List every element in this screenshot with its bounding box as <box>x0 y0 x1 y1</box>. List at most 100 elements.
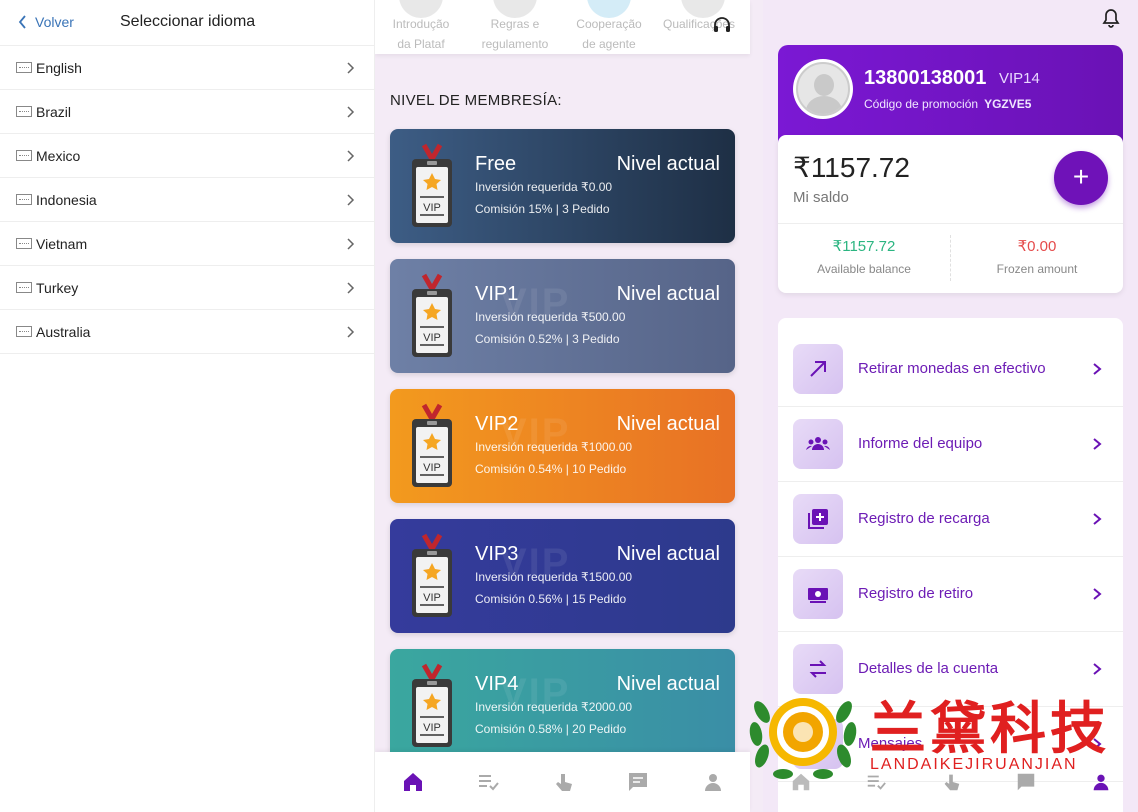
level-investment: Inversión requerida ₹0.00 <box>475 180 613 194</box>
level-commission: Comisión 15% | 3 Pedido <box>475 202 610 216</box>
back-button[interactable]: Volver <box>18 14 74 30</box>
language-item[interactable]: Vietnam <box>0 222 374 266</box>
language-label: Vietnam <box>36 235 88 252</box>
touch-icon[interactable] <box>551 770 575 794</box>
level-name: VIP1 <box>475 283 519 305</box>
level-card[interactable]: VIP VIP VIP3 Nivel actual Inversión requerid… <box>390 519 735 633</box>
level-card[interactable]: VIP VIP VIP4 Nivel actual Inversión requerid… <box>390 649 735 763</box>
team-icon <box>793 419 843 469</box>
language-label: Mexico <box>36 147 81 164</box>
menu-item[interactable]: Registro de recarga <box>778 482 1123 557</box>
language-label: Brazil <box>36 103 72 120</box>
menu-item-label: Detalles de la cuenta <box>858 660 999 677</box>
available-balance: ₹1157.72 Available balance <box>778 237 950 276</box>
chevron-right-icon <box>347 281 355 294</box>
chevron-right-icon <box>1093 513 1102 525</box>
promo-code: YGZVE5 <box>984 97 1032 111</box>
level-card[interactable]: VIP VIP VIP1 Nivel actual Inversión requerid… <box>390 259 735 373</box>
language-label: Turkey <box>36 279 79 296</box>
frozen-amount: ₹0.00 <box>1017 238 1057 255</box>
divider <box>778 223 1123 224</box>
withdraw-arrow-icon <box>793 344 843 394</box>
language-panel: Volver Seleccionar idioma English Brazil M… <box>0 0 375 812</box>
level-card[interactable]: VIP Free Nivel actual Inversión requerida ₹… <box>390 129 735 243</box>
page-title: Seleccionar idioma <box>120 13 256 30</box>
membership-title: NIVEL DE MEMBRESÍA: <box>390 92 562 109</box>
add-funds-button[interactable]: + <box>1054 151 1108 205</box>
svg-text:VIP: VIP <box>423 462 441 474</box>
membership-panel: Introdução da Plataf Regras e regulament… <box>375 0 763 812</box>
level-investment: Inversión requerida ₹1000.00 <box>475 440 633 454</box>
language-header: Volver Seleccionar idioma <box>0 0 374 46</box>
chevron-right-icon <box>347 193 355 206</box>
level-name: VIP3 <box>475 543 519 565</box>
menu-item-label: Registro de recarga <box>858 510 990 527</box>
phone-number: 13800138001 <box>864 67 987 89</box>
agent-label: Cooperação de agente <box>576 17 642 51</box>
vip-badge-icon: VIP <box>412 533 452 617</box>
language-item[interactable]: Australia <box>0 310 374 354</box>
chevron-right-icon <box>347 149 355 162</box>
level-commission: Comisión 0.56% | 15 Pedido <box>475 592 627 606</box>
level-commission: Comisión 0.58% | 20 Pedido <box>475 722 627 736</box>
headset-icon[interactable] <box>711 14 733 36</box>
balance-amount: ₹1157.72 <box>793 152 910 183</box>
menu-item-label: Registro de retiro <box>858 585 974 602</box>
chevron-right-icon <box>347 325 355 338</box>
available-label: Available balance <box>817 262 911 276</box>
menu-item[interactable]: Informe del equipo <box>778 407 1123 482</box>
avatar[interactable] <box>793 59 853 119</box>
menu-item-label: Informe del equipo <box>858 435 983 452</box>
chevron-right-icon <box>347 105 355 118</box>
svg-text:VIP: VIP <box>423 722 441 734</box>
flag-icon <box>16 106 32 117</box>
svg-text:VIP: VIP <box>423 202 441 214</box>
available-amount: ₹1157.72 <box>832 238 896 255</box>
flag-icon <box>16 282 32 293</box>
level-investment: Inversión requerida ₹500.00 <box>475 310 626 324</box>
bell-icon[interactable] <box>1101 8 1121 28</box>
vip-badge-icon: VIP <box>412 663 452 747</box>
frozen-balance: ₹0.00 Frozen amount <box>951 237 1123 276</box>
home-icon[interactable] <box>401 770 425 794</box>
vip-level: VIP14 <box>999 70 1040 87</box>
tasks-icon[interactable] <box>476 770 500 794</box>
language-item[interactable]: Indonesia <box>0 178 374 222</box>
recharge-icon <box>793 494 843 544</box>
flag-icon <box>16 150 32 161</box>
chevron-left-icon <box>18 15 26 29</box>
user-icon[interactable] <box>701 770 725 794</box>
language-item[interactable]: English <box>0 46 374 90</box>
level-status: Nivel actual <box>616 283 720 305</box>
withdrawal-record-icon <box>793 569 843 619</box>
bottom-nav <box>375 752 750 812</box>
level-name: VIP4 <box>475 673 519 695</box>
platform-intro-item[interactable]: Introdução da Plataf <box>381 0 461 54</box>
flag-icon <box>16 62 32 73</box>
language-item[interactable]: Mexico <box>0 134 374 178</box>
vip-badge-icon: VIP <box>412 273 452 357</box>
menu-item[interactable]: Registro de retiro <box>778 557 1123 632</box>
menu-item[interactable]: Retirar monedas en efectivo <box>778 332 1123 407</box>
language-item[interactable]: Turkey <box>0 266 374 310</box>
promo-code-row[interactable]: Código de promoción YGZVE5 <box>864 97 1031 111</box>
level-status: Nivel actual <box>616 543 720 565</box>
agent-item[interactable]: Cooperação de agente <box>569 0 649 54</box>
chat-icon[interactable] <box>626 770 650 794</box>
chevron-right-icon <box>1093 363 1102 375</box>
level-name: VIP2 <box>475 413 519 435</box>
watermark-title: 兰黛科技 <box>870 696 1110 762</box>
sunflower-logo-icon <box>749 698 857 779</box>
vip-badge-icon: VIP <box>412 143 452 227</box>
vip-badge-icon: VIP <box>412 403 452 487</box>
promo-label: Código de promoción <box>864 97 979 111</box>
chevron-right-icon <box>1093 438 1102 450</box>
level-status: Nivel actual <box>616 153 720 175</box>
language-item[interactable]: Brazil <box>0 90 374 134</box>
watermark-logo: 兰黛科技 LANDAIKEJIRUANJIAN <box>748 682 1138 782</box>
level-card[interactable]: VIP VIP VIP2 Nivel actual Inversión requerid… <box>390 389 735 503</box>
svg-text:VIP: VIP <box>423 592 441 604</box>
rules-item[interactable]: Regras e regulamento <box>475 0 555 54</box>
menu-item-label: Retirar monedas en efectivo <box>858 360 1046 377</box>
level-commission: Comisión 0.52% | 3 Pedido <box>475 332 620 346</box>
